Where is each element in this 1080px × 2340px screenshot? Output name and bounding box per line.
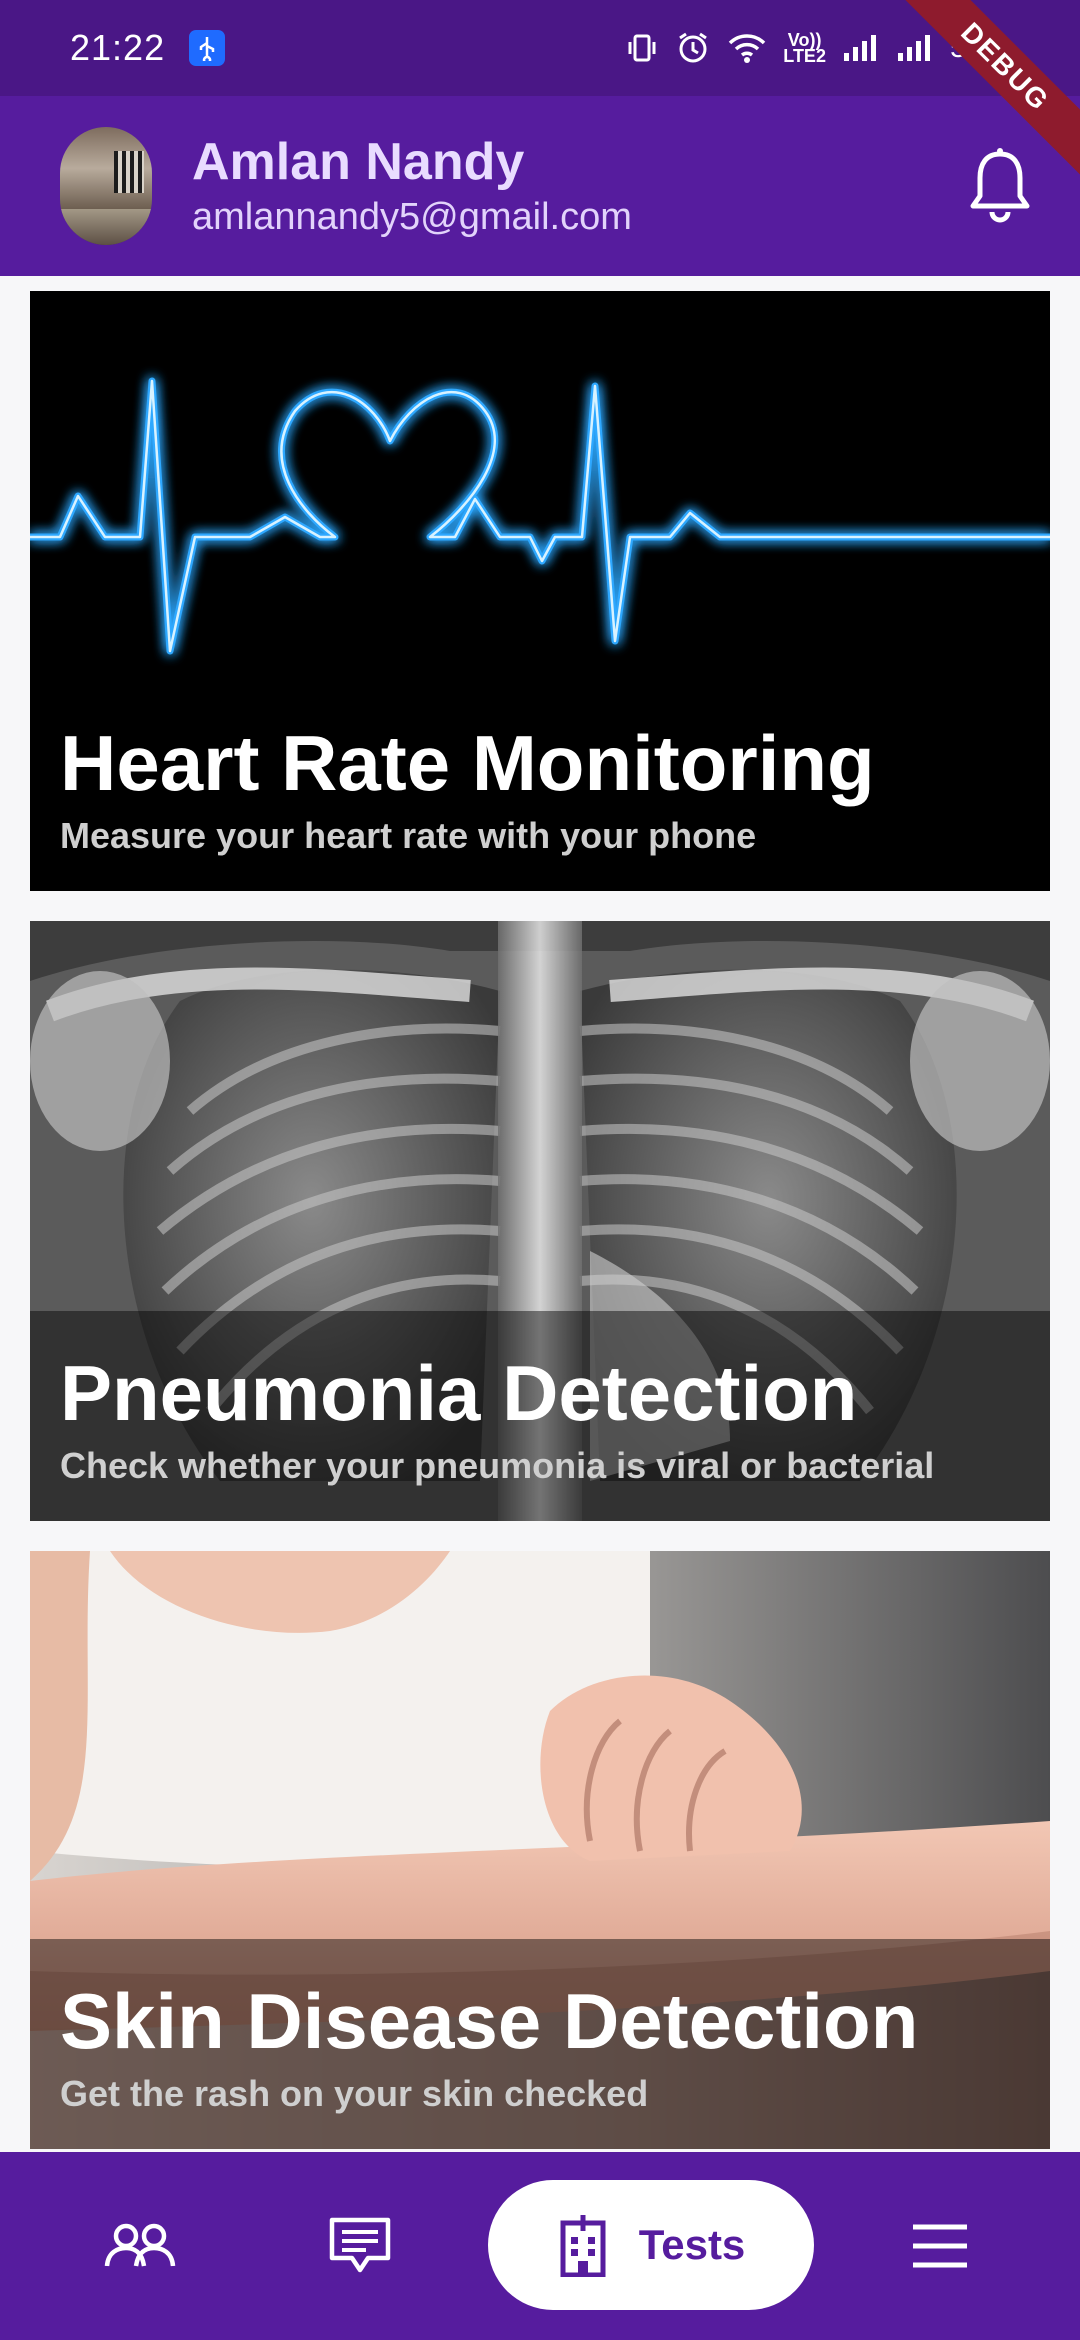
status-bar: 21:22 Vo))LTE2 55% bbox=[0, 0, 1080, 96]
card-subtitle: Check whether your pneumonia is viral or… bbox=[60, 1445, 935, 1486]
bottom-navigation: Tests bbox=[0, 2152, 1080, 2340]
avatar[interactable] bbox=[60, 127, 152, 245]
hospital-icon bbox=[560, 2215, 606, 2277]
wifi-icon bbox=[729, 34, 766, 63]
nav-messages[interactable] bbox=[300, 2152, 420, 2340]
nav-tests[interactable]: Tests bbox=[488, 2180, 814, 2310]
nav-people[interactable] bbox=[80, 2152, 200, 2340]
card-title: Heart Rate Monitoring bbox=[60, 719, 875, 807]
signal-icon bbox=[897, 35, 930, 61]
card-subtitle: Measure your heart rate with your phone bbox=[60, 815, 757, 856]
chat-icon bbox=[329, 2217, 391, 2273]
app-header: Amlan Nandy amlannandy5@gmail.com bbox=[0, 96, 1080, 276]
signal-icon bbox=[843, 35, 876, 61]
volte-icon: Vo)) LTE2 bbox=[783, 30, 826, 66]
nav-tests-label: Tests bbox=[638, 2221, 746, 2268]
card-caption: Heart Rate Monitoring Measure your heart… bbox=[30, 681, 1050, 891]
card-caption: Pneumonia Detection Check whether your p… bbox=[30, 1311, 1050, 1521]
pneumonia-card[interactable]: Pneumonia Detection Check whether your p… bbox=[30, 921, 1050, 1521]
usb-icon bbox=[189, 30, 226, 66]
menu-icon bbox=[913, 2224, 967, 2268]
alarm-icon bbox=[679, 32, 708, 63]
people-icon bbox=[104, 2223, 176, 2267]
card-caption: Skin Disease Detection Get the rash on y… bbox=[30, 1939, 1050, 2149]
user-info: Amlan Nandy amlannandy5@gmail.com bbox=[192, 131, 632, 241]
card-subtitle: Get the rash on your skin checked bbox=[60, 2073, 649, 2114]
nav-menu[interactable] bbox=[880, 2152, 1000, 2340]
user-email: amlannandy5@gmail.com bbox=[192, 196, 632, 238]
heart-rate-card[interactable]: Heart Rate Monitoring Measure your heart… bbox=[30, 291, 1050, 891]
bell-icon[interactable] bbox=[964, 146, 1036, 226]
card-title: Skin Disease Detection bbox=[60, 1977, 919, 2065]
user-name: Amlan Nandy bbox=[192, 133, 525, 191]
card-title: Pneumonia Detection bbox=[60, 1349, 858, 1437]
skin-disease-card[interactable]: Skin Disease Detection Get the rash on y… bbox=[30, 1551, 1050, 2149]
vibrate-icon bbox=[628, 34, 656, 62]
status-time: 21:22 bbox=[70, 27, 166, 68]
